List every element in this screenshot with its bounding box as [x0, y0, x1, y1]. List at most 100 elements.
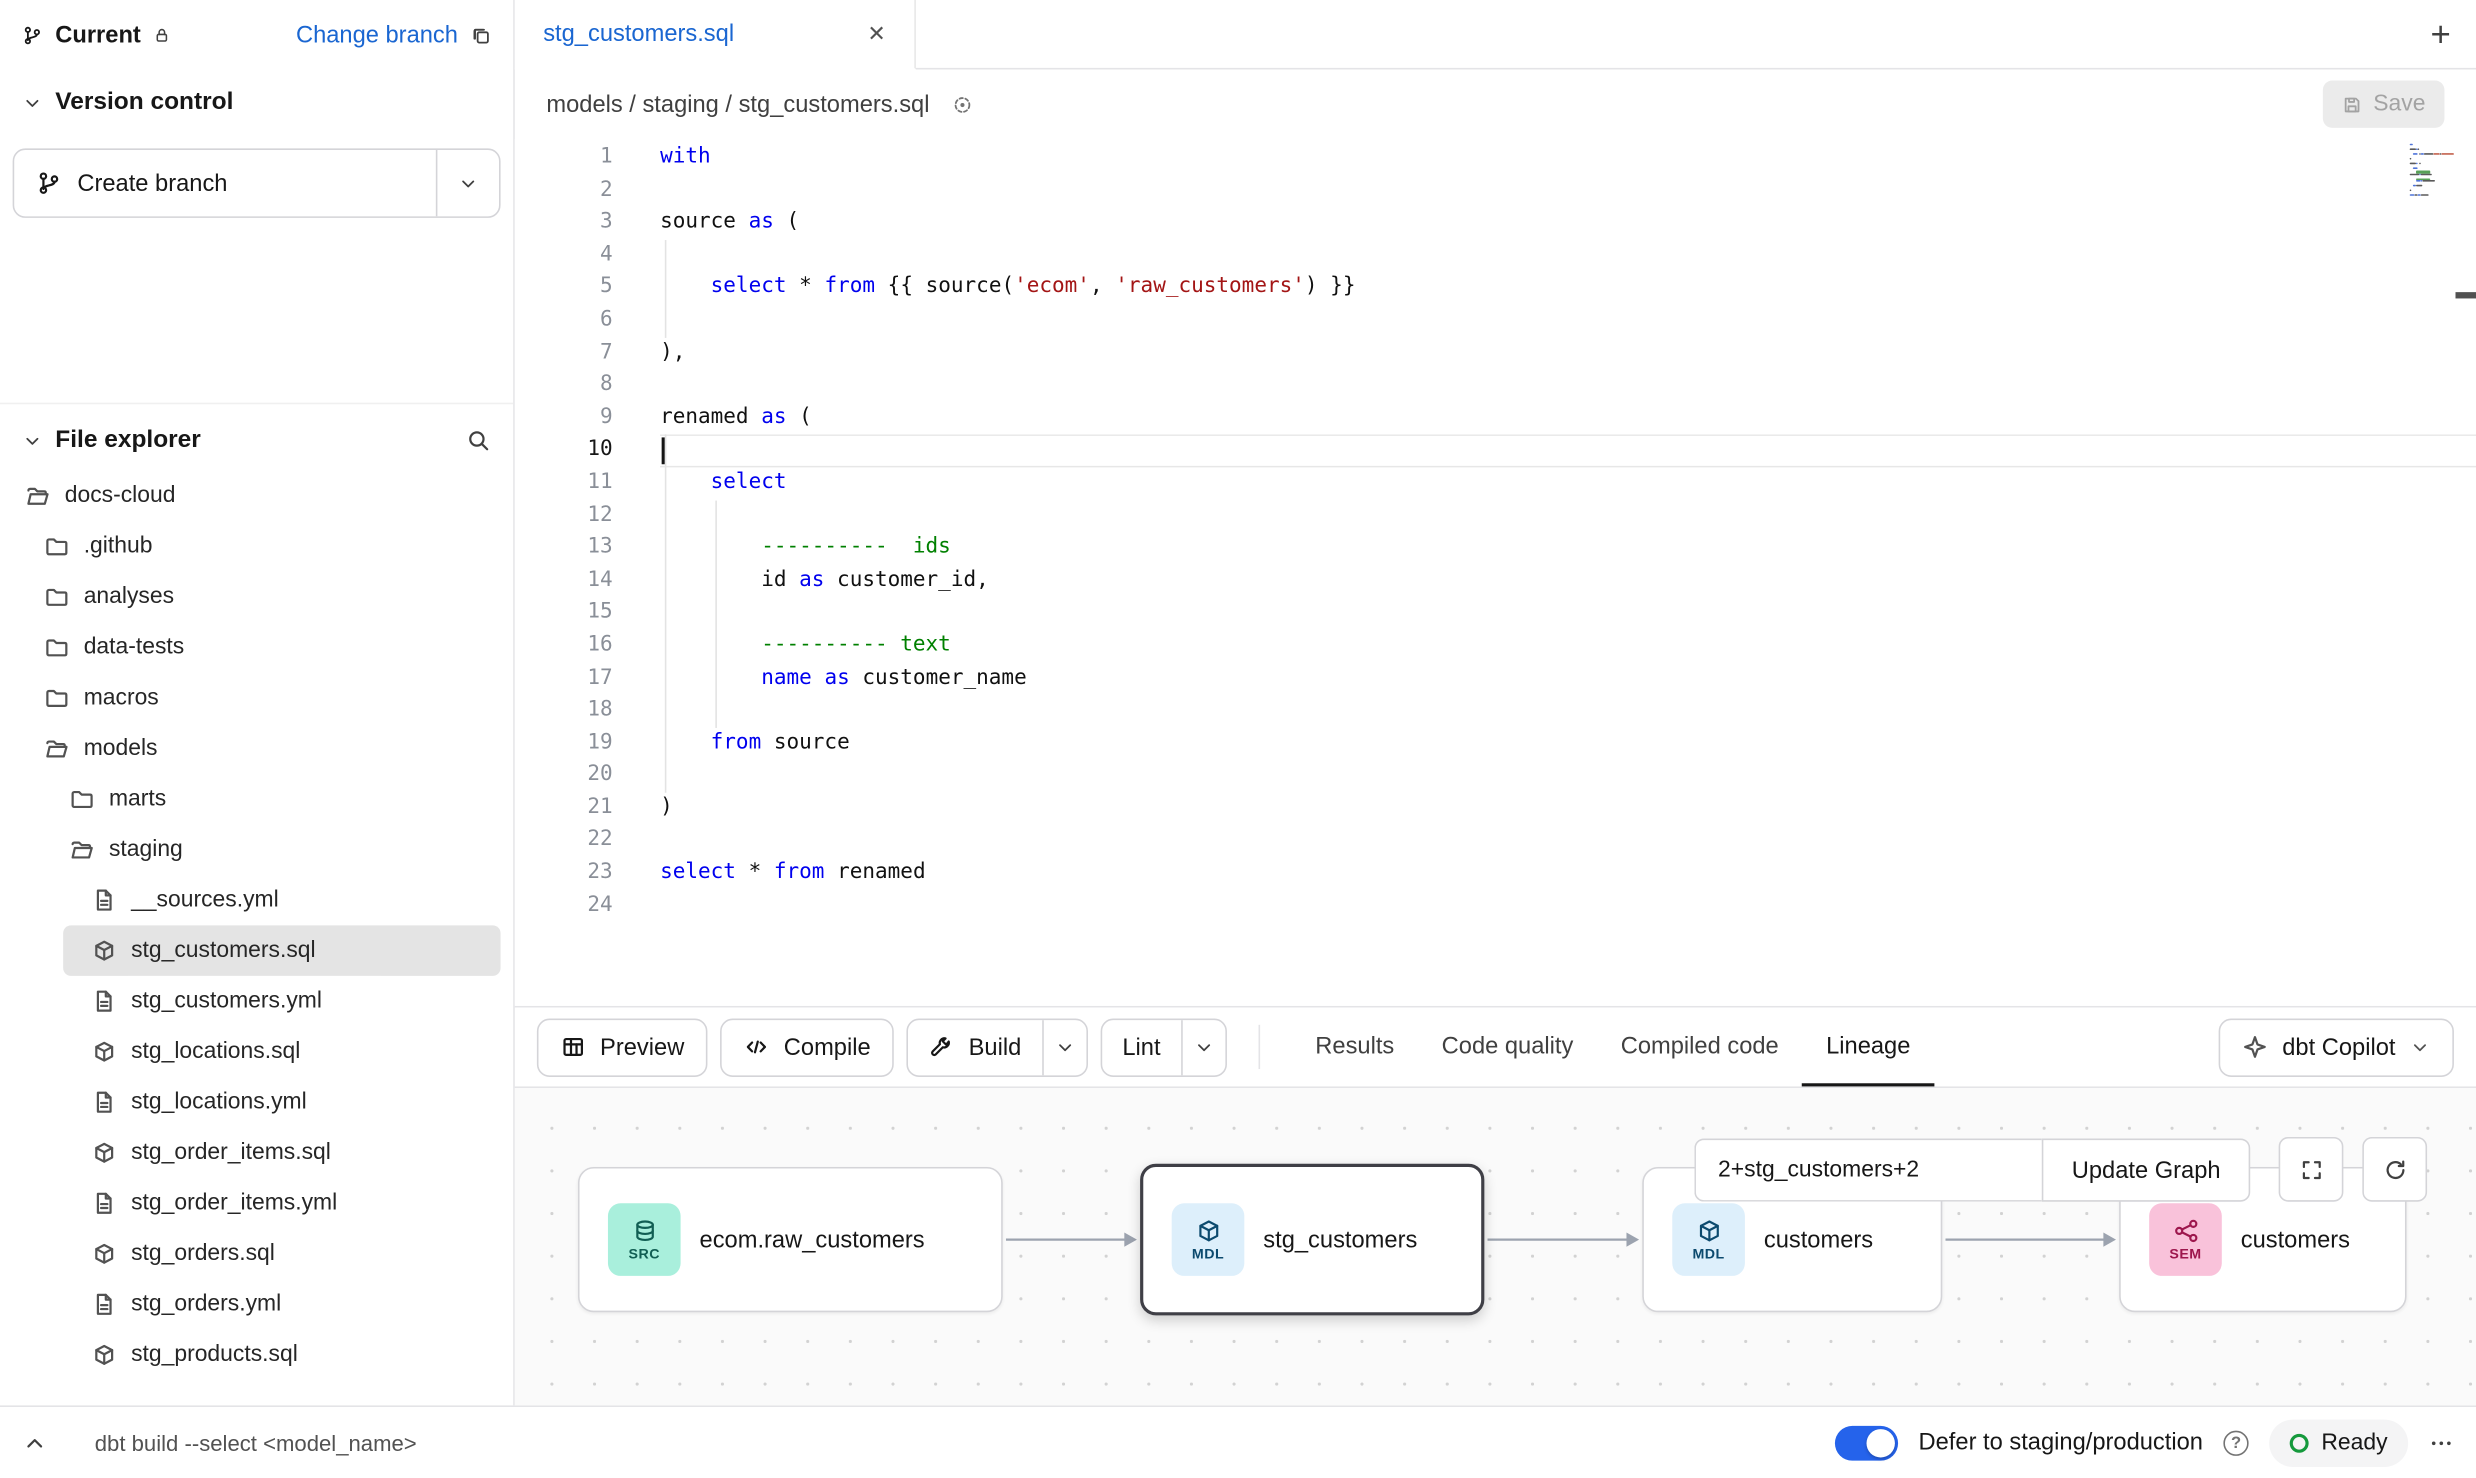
copy-icon[interactable]: [471, 24, 492, 45]
file-tree-item-staging[interactable]: staging: [0, 824, 513, 875]
file-name: stg_locations.yml: [131, 1090, 307, 1115]
search-icon[interactable]: [466, 428, 491, 453]
code-line-17[interactable]: name as customer_name: [660, 662, 2476, 695]
file-icon: [92, 887, 117, 912]
code-line-10[interactable]: [660, 435, 2476, 468]
lineage-panel[interactable]: Update Graph SRCecom.raw_customers MDLstg…: [515, 1088, 2476, 1405]
code-line-13[interactable]: ---------- ids: [660, 532, 2476, 565]
refresh-button[interactable]: [2362, 1137, 2427, 1202]
line-number: 22: [515, 825, 613, 858]
file-tree-item-stg-products-sql[interactable]: stg_products.sql: [0, 1330, 513, 1381]
close-tab-icon[interactable]: ✕: [867, 21, 886, 48]
file-tree-item-stg-locations-sql[interactable]: stg_locations.sql: [0, 1026, 513, 1077]
file-name: stg_customers.yml: [131, 989, 322, 1014]
save-button[interactable]: Save: [2323, 81, 2445, 128]
code-line-23[interactable]: select * from renamed: [660, 858, 2476, 891]
code-line-19[interactable]: from source: [660, 727, 2476, 760]
tab-lineage[interactable]: Lineage: [1802, 1007, 1934, 1086]
code-line-20[interactable]: [660, 760, 2476, 793]
chevron-up-icon[interactable]: [22, 1430, 47, 1455]
file-tree-item-stg-orders-sql[interactable]: stg_orders.sql: [0, 1229, 513, 1280]
file-tree-item-marts[interactable]: marts: [0, 774, 513, 825]
lint-button[interactable]: Lint: [1102, 1019, 1181, 1074]
build-dropdown[interactable]: [1042, 1019, 1086, 1074]
file-tree-item-docs-cloud[interactable]: docs-cloud: [0, 471, 513, 522]
code-line-15[interactable]: [660, 597, 2476, 630]
fullscreen-button[interactable]: [2279, 1137, 2344, 1202]
preview-button[interactable]: Preview: [537, 1018, 708, 1076]
create-branch-label: Create branch: [77, 170, 227, 197]
file-name: stg_customers.sql: [131, 938, 316, 963]
code-line-22[interactable]: [660, 825, 2476, 858]
lineage-selector-input[interactable]: [1694, 1139, 2041, 1202]
lint-dropdown[interactable]: [1181, 1019, 1225, 1074]
version-control-title: Version control: [55, 88, 233, 116]
update-graph-button[interactable]: Update Graph: [2042, 1139, 2251, 1202]
code-line-18[interactable]: [660, 695, 2476, 728]
folder-icon: [69, 786, 94, 811]
change-branch-link[interactable]: Change branch: [296, 21, 458, 48]
tab-results[interactable]: Results: [1292, 1007, 1418, 1086]
save-icon: [2342, 94, 2363, 115]
node-type-badge: MDL: [1192, 1246, 1224, 1262]
code-lines[interactable]: with source as ( select * from {{ source(…: [613, 139, 2476, 1006]
file-tree-item-analyses[interactable]: analyses: [0, 572, 513, 623]
tab-stg-customers-sql[interactable]: stg_customers.sql ✕: [515, 0, 916, 69]
file-tree-item-stg-customers-sql[interactable]: stg_customers.sql: [63, 925, 500, 976]
code-line-8[interactable]: [660, 370, 2476, 403]
create-branch-button[interactable]: Create branch: [13, 148, 501, 217]
lineage-edge: [1488, 1230, 1640, 1249]
version-control-header[interactable]: Version control: [0, 69, 513, 135]
code-line-2[interactable]: [660, 175, 2476, 208]
lineage-node-ecom-raw-customers[interactable]: SRCecom.raw_customers: [578, 1167, 1003, 1312]
file-tree-item-data-tests[interactable]: data-tests: [0, 622, 513, 673]
tab-code-quality[interactable]: Code quality: [1418, 1007, 1597, 1086]
code-line-12[interactable]: [660, 500, 2476, 533]
file-tree-item-stg-customers-yml[interactable]: stg_customers.yml: [0, 976, 513, 1027]
build-split-button: Build: [907, 1018, 1088, 1076]
new-tab-button[interactable]: +: [2430, 17, 2450, 52]
help-icon[interactable]: ?: [2223, 1430, 2248, 1455]
file-tree-item-stg-orders-yml[interactable]: stg_orders.yml: [0, 1279, 513, 1330]
code-line-16[interactable]: ---------- text: [660, 630, 2476, 663]
file-name: macros: [84, 685, 159, 710]
code-editor[interactable]: 123456789101112131415161718192021222324 …: [515, 139, 2476, 1006]
file-tree-item-macros[interactable]: macros: [0, 673, 513, 724]
line-number: 10: [515, 435, 613, 468]
code-line-5[interactable]: select * from {{ source('ecom', 'raw_cus…: [660, 272, 2476, 305]
file-tree-item-models[interactable]: models: [0, 723, 513, 774]
tab-strip: stg_customers.sql ✕ +: [515, 0, 2476, 69]
file-tree-item-stg-order-items-yml[interactable]: stg_order_items.yml: [0, 1178, 513, 1229]
lint-label: Lint: [1122, 1034, 1160, 1061]
minimap[interactable]: [2410, 144, 2457, 349]
code-line-14[interactable]: id as customer_id,: [660, 565, 2476, 598]
build-button[interactable]: Build: [909, 1019, 1042, 1074]
minimap-line: [2410, 144, 2413, 146]
file-tree-item-sources-yml[interactable]: __sources.yml: [0, 875, 513, 926]
share-glyph-icon: [2172, 1217, 2199, 1244]
file-tree-item-github[interactable]: .github: [0, 521, 513, 572]
tab-compiled-code[interactable]: Compiled code: [1597, 1007, 1802, 1086]
compile-button[interactable]: Compile: [721, 1018, 895, 1076]
code-line-4[interactable]: [660, 240, 2476, 273]
status-ready-badge[interactable]: Ready: [2269, 1419, 2408, 1466]
lineage-node-stg-customers[interactable]: MDLstg_customers: [1140, 1164, 1484, 1316]
code-line-11[interactable]: select: [660, 467, 2476, 500]
code-line-1[interactable]: with: [660, 142, 2476, 175]
dbt-copilot-button[interactable]: dbt Copilot: [2219, 1018, 2454, 1076]
code-line-6[interactable]: [660, 305, 2476, 338]
defer-toggle[interactable]: [1835, 1425, 1898, 1460]
code-line-3[interactable]: source as (: [660, 207, 2476, 240]
file-explorer-header[interactable]: File explorer: [0, 404, 513, 467]
file-tree-item-stg-order-items-sql[interactable]: stg_order_items.sql: [0, 1127, 513, 1178]
code-line-9[interactable]: renamed as (: [660, 402, 2476, 435]
line-number: 6: [515, 305, 613, 338]
create-branch-main[interactable]: Create branch: [14, 150, 436, 216]
create-branch-dropdown[interactable]: [436, 150, 499, 216]
code-line-24[interactable]: [660, 890, 2476, 923]
overflow-menu-icon[interactable]: [2429, 1430, 2454, 1455]
code-line-7[interactable]: ),: [660, 337, 2476, 370]
minimap-line: [2418, 148, 2420, 150]
file-tree-item-stg-locations-yml[interactable]: stg_locations.yml: [0, 1077, 513, 1128]
code-line-21[interactable]: ): [660, 793, 2476, 826]
